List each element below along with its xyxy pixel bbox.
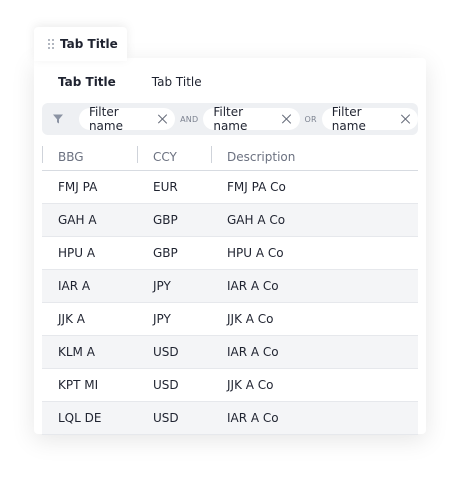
inner-tab-bar: Tab Title Tab Title [58,75,202,89]
cell-ccy: USD [153,411,179,425]
filter-chip[interactable]: Filter name [321,105,418,133]
close-icon[interactable] [158,114,167,124]
cell-description: JJK A Co [227,312,274,326]
cell-ccy: GBP [153,246,178,260]
filter-bar: Filter name AND Filter name OR Filter na… [42,103,418,135]
column-header-description[interactable]: Description [211,143,418,170]
filter-operator: AND [180,114,199,124]
table-header: BBG CCY Description [42,143,418,171]
table-row[interactable]: JJK A JPY JJK A Co [42,303,418,336]
cell-bbg: KPT MI [58,378,99,392]
cell-bbg: HPU A [58,246,96,260]
cell-bbg: LQL DE [58,411,102,425]
cell-bbg: IAR A [58,279,91,293]
cell-description: HPU A Co [227,246,284,260]
column-header-ccy[interactable]: CCY [137,143,211,170]
table-row[interactable]: HPU A GBP HPU A Co [42,237,418,270]
cell-description: IAR A Co [227,279,279,293]
tab-title-active[interactable]: Tab Title [58,75,116,89]
column-header-bbg[interactable]: BBG [42,143,137,170]
filter-chip[interactable]: Filter name [78,105,176,133]
filter-chip[interactable]: Filter name [203,105,300,133]
filter-chip-label: Filter name [88,105,123,133]
cell-bbg: KLM A [58,345,95,359]
cell-ccy: GBP [153,213,178,227]
cell-bbg: FMJ PA [58,180,98,194]
cell-ccy: USD [153,345,179,359]
drag-handle-icon[interactable] [48,38,54,50]
cell-ccy: USD [153,378,179,392]
cell-ccy: JPY [153,312,171,326]
cell-description: FMJ PA Co [227,180,286,194]
cell-ccy: EUR [153,180,178,194]
close-icon[interactable] [282,114,291,124]
table-row[interactable]: GAH A GBP GAH A Co [42,204,418,237]
filter-chip-label: Filter name [213,105,248,133]
cell-description: IAR A Co [227,411,279,425]
cell-ccy: JPY [153,279,171,293]
table-row[interactable]: LQL DE USD IAR A Co [42,402,418,435]
outer-tab-title: Tab Title [60,37,118,51]
table-row[interactable]: FMJ PA EUR FMJ PA Co [42,171,418,204]
tab-title-inactive[interactable]: Tab Title [152,75,202,89]
data-table: BBG CCY Description FMJ PA EUR FMJ PA Co… [42,143,418,435]
table-row[interactable]: KLM A USD IAR A Co [42,336,418,369]
cell-description: IAR A Co [227,345,279,359]
tab-panel: Tab Title Tab Title Filter name AND Filt… [34,58,426,435]
cell-description: GAH A Co [227,213,286,227]
close-icon[interactable] [401,114,410,124]
filter-chip-label: Filter name [331,105,366,133]
cell-bbg: JJK A [58,312,85,326]
outer-tab[interactable]: Tab Title [34,27,127,61]
cell-description: JJK A Co [227,378,274,392]
cell-bbg: GAH A [58,213,97,227]
filter-operator: OR [304,114,317,124]
table-row[interactable]: IAR A JPY IAR A Co [42,270,418,303]
table-row[interactable]: KPT MI USD JJK A Co [42,369,418,402]
filter-icon[interactable] [52,112,65,126]
